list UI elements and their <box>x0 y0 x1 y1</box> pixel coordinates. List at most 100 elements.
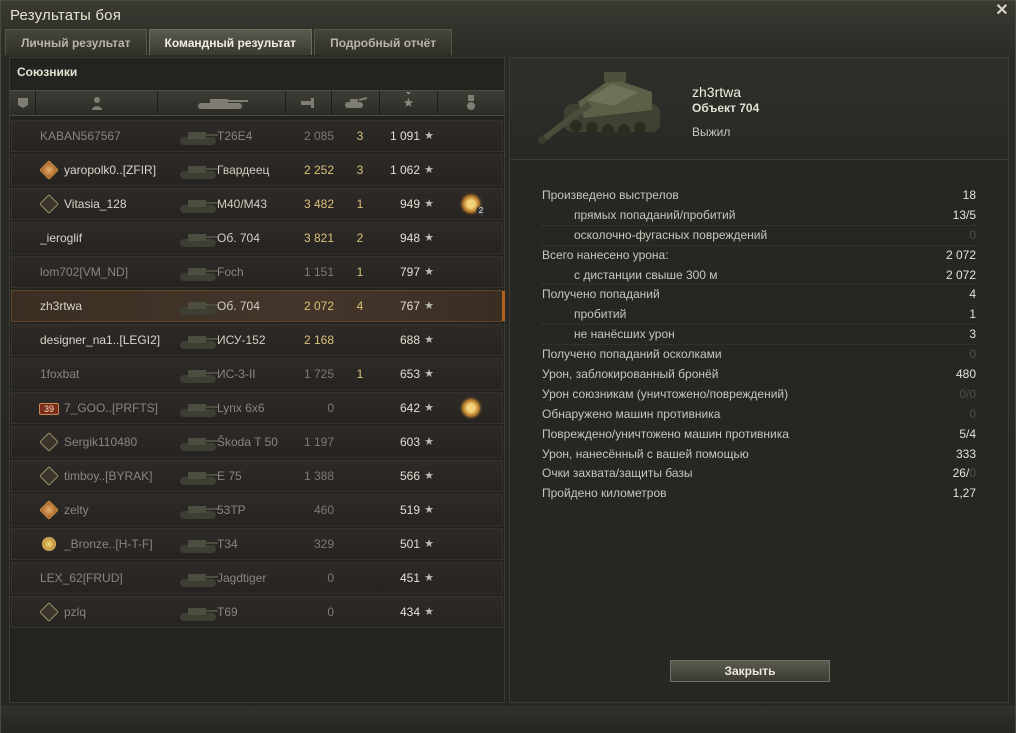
stat-value: 2 072 <box>946 246 976 266</box>
stat-value-main: 1,27 <box>952 486 976 501</box>
medal-icon[interactable] <box>458 393 484 423</box>
bottom-bar <box>1 706 1015 733</box>
player-status: Выжил <box>692 125 731 139</box>
xp-star-icon: ★ <box>424 130 434 142</box>
stat-value-dim: 0 <box>969 466 976 481</box>
xp-star-icon: ★ <box>424 368 434 380</box>
kills-value: 2 <box>356 231 364 245</box>
stat-value-main: 0 <box>969 227 976 242</box>
stat-label: Повреждено/уничтожено машин противника <box>542 426 789 441</box>
xp-value: 653 <box>399 367 420 381</box>
table-row[interactable]: lom702[VM_ND] Foch 1 151 1 797 ★ <box>11 256 503 288</box>
stat-value: 18 <box>963 186 976 206</box>
medal-icon[interactable] <box>438 91 504 115</box>
stat-label: прямых попаданий/пробитий <box>574 207 736 222</box>
xp-value: 434 <box>399 605 420 619</box>
player-name: 1foxbat <box>40 367 80 381</box>
xp-value: 948 <box>399 231 420 245</box>
stat-row: Обнаружено машин противника 0 <box>542 405 976 425</box>
tank-thumbnail <box>180 472 218 485</box>
table-row[interactable]: LEX_62[FRUD] Jagdtiger 0 451 ★ <box>11 562 503 594</box>
tab-detailed-report[interactable]: Подробный отчёт <box>314 29 453 55</box>
stat-row: Получено попаданий 4 <box>542 285 976 305</box>
tank-name: T26E4 <box>217 129 253 143</box>
kills-value <box>334 597 386 627</box>
kills-value: 1 <box>356 367 364 381</box>
allies-title: Союзники <box>17 65 78 79</box>
player-name: KABAN567567 <box>40 129 121 143</box>
table-row[interactable]: zelty 53TP 460 519 ★ <box>11 494 503 526</box>
xp-star-icon: ★ <box>424 334 434 346</box>
tab-team-result[interactable]: Командный результат <box>148 29 313 55</box>
player-icon[interactable] <box>36 91 158 115</box>
stat-label: Произведено выстрелов <box>542 188 679 202</box>
xp-star-icon[interactable]: ⌄ ★ <box>380 86 438 115</box>
close-button[interactable]: Закрыть <box>670 660 830 682</box>
tank-badge-icon <box>38 155 60 185</box>
tank-thumbnail <box>180 234 218 247</box>
xp-star-icon: ★ <box>424 470 434 482</box>
stat-value-main: 2 072 <box>945 247 976 262</box>
tank-thumbnail-cell <box>168 291 218 321</box>
player-tank-name: Объект 704 <box>692 101 760 115</box>
table-row[interactable]: _ieroglif Об. 704 3 821 2 948 ★ <box>11 222 503 254</box>
tank-thumbnail-cell <box>168 495 218 525</box>
stat-row: Повреждено/уничтожено машин противника 5/… <box>542 425 976 445</box>
kills-value <box>334 461 386 491</box>
table-row[interactable]: 1foxbat ИС-3-II 1 725 1 653 ★ <box>11 358 503 390</box>
wings-badge-icon <box>38 495 60 525</box>
tank-thumbnail-cell <box>168 427 218 457</box>
medal-icon[interactable]: 2 <box>458 189 484 219</box>
damage-value: 3 821 <box>303 231 334 245</box>
stat-value: 3 <box>969 325 976 345</box>
team-table-header: ⌄ ★ <box>10 86 504 116</box>
damage-value: 1 151 <box>303 265 334 279</box>
tank-name: T69 <box>217 605 238 619</box>
table-row[interactable]: designer_na1..[LEGI2] ИСУ-152 2 168 688 ★ <box>11 324 503 356</box>
stat-label: Получено попаданий <box>542 287 660 302</box>
stat-value: 4 <box>969 285 976 305</box>
kills-value <box>334 495 386 525</box>
tank-name: M40/M43 <box>217 197 268 211</box>
table-row[interactable]: KABAN567567 T26E4 2 085 3 1 091 ★ <box>11 120 503 152</box>
table-row[interactable]: zh3rtwa Об. 704 2 072 4 767 ★ <box>11 290 505 322</box>
stat-label: с дистанции свыше 300 м <box>574 267 718 282</box>
stat-row: не нанёсших урон 3 <box>542 325 976 346</box>
stat-value: 5/4 <box>959 425 976 445</box>
stat-value-main: 18 <box>962 188 976 202</box>
table-row[interactable]: Sergik110480 Škoda T 50 1 197 603 ★ <box>11 426 503 458</box>
table-row[interactable]: _Bronze..[H-T-F] T34 329 501 ★ <box>11 528 503 560</box>
kills-value: 1 <box>356 197 364 211</box>
kills-value <box>334 393 386 423</box>
tank-thumbnail-cell <box>168 189 218 219</box>
team-panel: Союзники ⌄ ★ KABAN567567 T26E4 2 085 3 1… <box>9 57 505 703</box>
damage-value: 2 072 <box>303 299 334 313</box>
stat-value-main: 26/ <box>952 466 970 481</box>
table-row[interactable]: pzlq T69 0 434 ★ <box>11 596 503 628</box>
xp-value: 603 <box>399 435 420 449</box>
kills-icon[interactable] <box>332 91 380 115</box>
close-icon[interactable]: ✕ <box>994 3 1010 19</box>
tab-personal-result[interactable]: Личный результат <box>5 29 147 55</box>
damage-icon[interactable] <box>286 91 332 115</box>
squad-icon[interactable] <box>10 91 36 115</box>
stat-row: прямых попаданий/пробитий 13/5 <box>542 206 976 226</box>
tank-icon[interactable] <box>158 91 286 115</box>
stats-list: Произведено выстрелов 18 прямых попаданий/… <box>542 186 976 504</box>
xp-star-icon: ★ <box>424 606 434 618</box>
table-row[interactable]: timboy..[BYRAK] E 75 1 388 566 ★ <box>11 460 503 492</box>
table-row[interactable]: yaropolk0..[ZFIR] Гвардеец 2 252 3 1 062 ★ <box>11 154 503 186</box>
xp-star-icon: ★ <box>424 232 434 244</box>
xp-value: 519 <box>399 503 420 517</box>
tank-name: T34 <box>217 537 238 551</box>
stat-value-main: 13/5 <box>952 207 976 222</box>
table-row[interactable]: Vitasia_128 M40/M43 3 482 1 949 ★ 2 <box>11 188 503 220</box>
xp-value: 642 <box>399 401 420 415</box>
xp-value: 451 <box>399 571 420 585</box>
player-name: designer_na1..[LEGI2] <box>40 333 161 347</box>
xp-value: 1 062 <box>389 163 420 177</box>
xp-value: 566 <box>399 469 420 483</box>
battle-results-window: Результаты боя ✕ Личный результат Команд… <box>0 0 1016 733</box>
stat-value-main: 0 <box>969 406 976 421</box>
table-row[interactable]: 39 7_GOO..[PRFTS] Lynx 6x6 0 642 ★ <box>11 392 503 424</box>
